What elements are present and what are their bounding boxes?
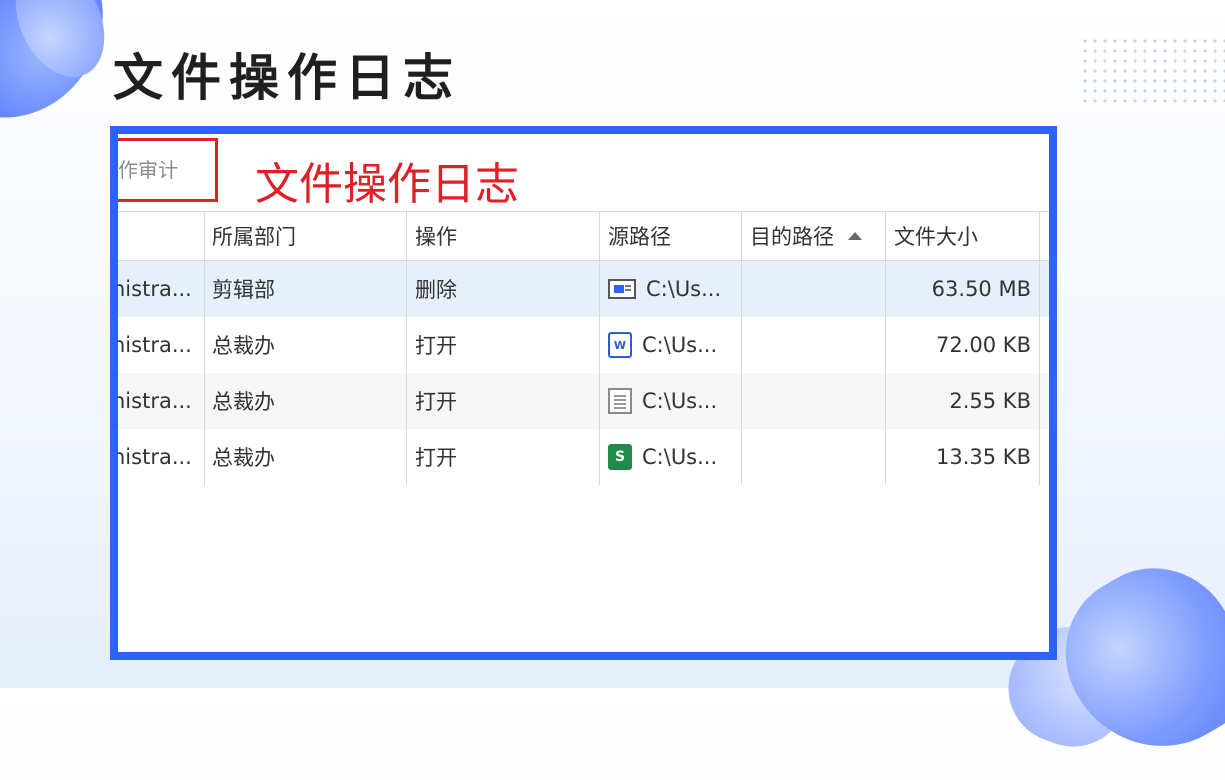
table-row[interactable]: nistra... 总裁办 打开 W C:\Us... 72.00 KB xyxy=(118,317,1049,373)
column-divider xyxy=(1039,429,1040,485)
cell-destination-path xyxy=(742,373,885,429)
cell-user: nistra... xyxy=(112,333,192,357)
column-header-destination-path[interactable]: 目的路径 xyxy=(742,212,885,260)
slide-title: 文件操作日志 xyxy=(113,49,461,107)
cell-operation: 打开 xyxy=(415,334,457,358)
cell-destination-path xyxy=(742,429,885,485)
spreadsheet-file-icon: S xyxy=(608,444,632,470)
video-file-icon xyxy=(608,279,636,299)
table-row[interactable]: nistra... 总裁办 打开 S C:\Us... 13.35 KB xyxy=(118,429,1049,485)
column-header-file-size[interactable]: 文件大小 xyxy=(886,212,1039,260)
column-header-destination-path-label: 目的路径 xyxy=(750,225,834,249)
cell-operation: 删除 xyxy=(415,278,457,302)
cell-source-path: C:\Us... xyxy=(600,261,741,317)
cell-source-path: S C:\Us... xyxy=(600,429,741,485)
cell-source-path-text: C:\Us... xyxy=(646,277,722,301)
column-divider xyxy=(1039,261,1040,317)
cell-destination-path xyxy=(742,317,885,373)
cell-user: nistra... xyxy=(112,445,192,469)
text-file-icon xyxy=(608,388,632,414)
highlight-annotation-label: 文件操作日志 xyxy=(255,159,519,210)
cell-department: 总裁办 xyxy=(212,390,275,414)
column-divider xyxy=(1039,317,1040,373)
screenshot-frame: 操作审计 文件操作日志 所属部门 操作 源路径 目的路径 文件大小 nistra… xyxy=(110,126,1057,660)
column-divider[interactable] xyxy=(1039,212,1040,260)
cell-operation: 打开 xyxy=(415,390,457,414)
cell-destination-path xyxy=(742,261,885,317)
cell-source-path-text: C:\Us... xyxy=(642,445,718,469)
cell-department: 剪辑部 xyxy=(212,278,275,302)
cell-user: nistra... xyxy=(112,277,192,301)
decorative-dot-grid xyxy=(1080,36,1225,102)
tab-operation-audit[interactable]: 操作审计 xyxy=(117,138,218,202)
cell-user: nistra... xyxy=(112,389,192,413)
column-divider xyxy=(1039,373,1040,429)
cell-department: 总裁办 xyxy=(212,446,275,470)
column-header-source-path[interactable]: 源路径 xyxy=(600,212,741,260)
table-row[interactable]: nistra... 总裁办 打开 C:\Us... 2.55 KB xyxy=(118,373,1049,429)
table-row[interactable]: nistra... 剪辑部 删除 C:\Us... 63.50 MB xyxy=(118,261,1049,317)
cell-source-path: C:\Us... xyxy=(600,373,741,429)
column-header-operation[interactable]: 操作 xyxy=(407,212,599,260)
cell-operation: 打开 xyxy=(415,446,457,470)
cell-file-size: 2.55 KB xyxy=(949,389,1031,413)
cell-department: 总裁办 xyxy=(212,334,275,358)
table-header-row: 所属部门 操作 源路径 目的路径 文件大小 xyxy=(118,211,1049,261)
column-header-user[interactable] xyxy=(118,212,198,260)
word-file-icon: W xyxy=(608,332,632,358)
column-header-department[interactable]: 所属部门 xyxy=(204,212,406,260)
cell-source-path-text: C:\Us... xyxy=(642,333,718,357)
cell-source-path: W C:\Us... xyxy=(600,317,741,373)
sort-ascending-icon xyxy=(848,232,862,240)
cell-file-size: 63.50 MB xyxy=(931,277,1031,301)
cell-file-size: 72.00 KB xyxy=(936,333,1031,357)
tab-operation-audit-label: 操作审计 xyxy=(117,158,178,182)
cell-file-size: 13.35 KB xyxy=(936,445,1031,469)
cell-source-path-text: C:\Us... xyxy=(642,389,718,413)
file-log-table: 所属部门 操作 源路径 目的路径 文件大小 nistra... 剪辑部 删除 C… xyxy=(118,211,1049,485)
